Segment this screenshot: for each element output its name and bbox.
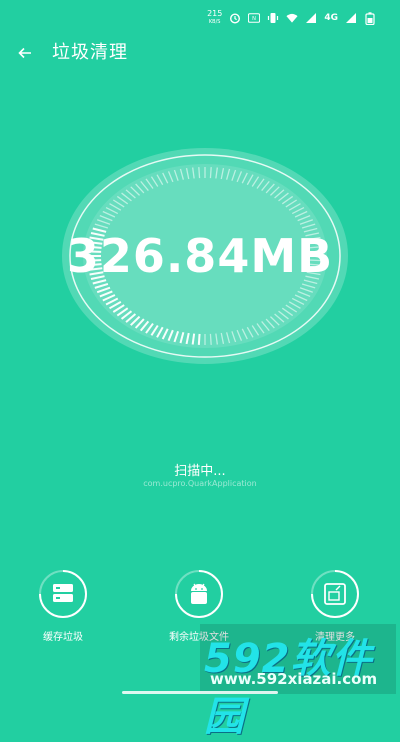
gauge-tick	[209, 333, 212, 345]
cache-ring	[37, 568, 89, 620]
category-cache[interactable]: 缓存垃圾	[18, 568, 108, 643]
speed-value: 215	[207, 9, 223, 18]
gauge-tick	[197, 333, 201, 345]
gauge-tick	[198, 167, 201, 179]
watermark-url: www.592xiazai.com	[210, 670, 378, 688]
back-arrow-icon	[18, 47, 31, 59]
status-icons: 215 KB/S N 4G	[207, 10, 376, 26]
home-indicator[interactable]	[122, 691, 278, 694]
more-clean-icon	[324, 583, 346, 605]
svg-text:N: N	[252, 16, 256, 22]
status-bar: 215 KB/S N 4G	[0, 0, 400, 34]
network-type-label: 4G	[324, 13, 338, 23]
network-speed: 215 KB/S	[207, 10, 222, 26]
junk-size-value: 326.84MB	[66, 229, 334, 283]
scan-status: 扫描中...	[174, 464, 226, 479]
cache-icon	[53, 584, 73, 602]
vibrate-icon	[267, 12, 279, 24]
scan-current-path: com.ucpro.QuarkApplication	[143, 479, 257, 488]
wifi-icon	[286, 12, 298, 24]
nfc-icon: N	[248, 12, 261, 24]
more-ring	[309, 568, 361, 620]
back-button[interactable]	[14, 42, 36, 64]
gauge-tick	[209, 167, 212, 179]
signal-icon	[305, 12, 317, 24]
watermark: 592软件园 www.592xiazai.com	[200, 624, 396, 740]
page-title: 垃圾清理	[52, 42, 128, 63]
battery-icon	[364, 11, 376, 25]
header: 垃圾清理	[0, 40, 400, 70]
alarm-icon	[229, 12, 241, 24]
signal-icon	[345, 12, 357, 24]
category-label: 缓存垃圾	[43, 632, 83, 643]
speed-unit: KB/S	[208, 19, 221, 25]
residual-ring	[173, 568, 225, 620]
android-icon	[191, 583, 207, 604]
